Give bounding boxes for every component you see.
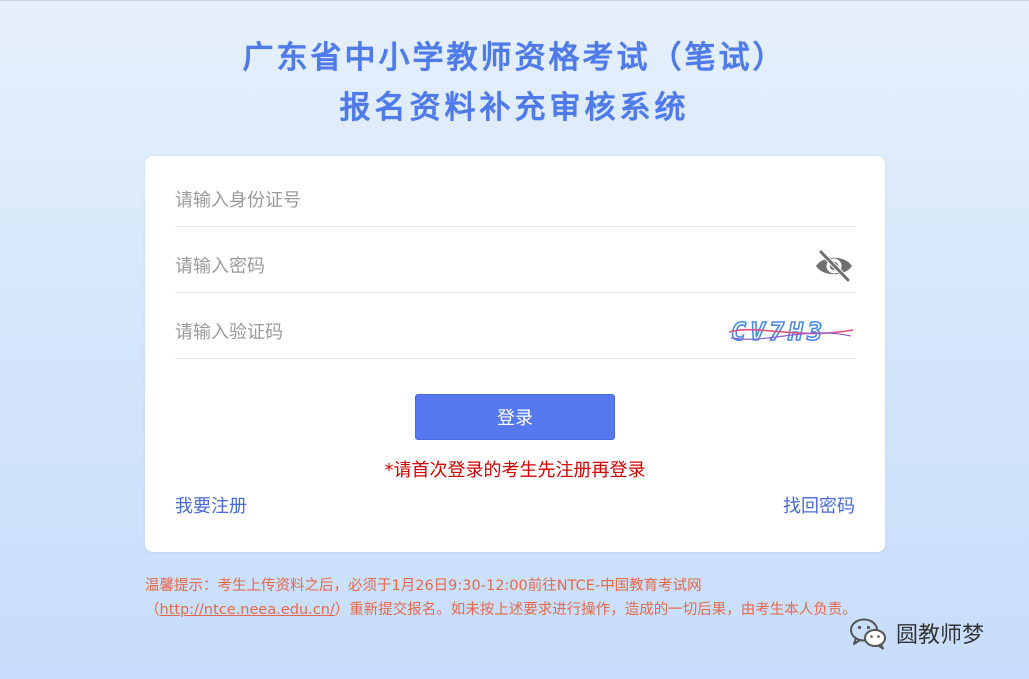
eye-slash-icon[interactable]	[813, 246, 855, 286]
watermark: 圆教师梦	[848, 615, 984, 651]
id-number-row	[175, 160, 855, 227]
watermark-text: 圆教师梦	[896, 623, 985, 648]
top-border	[0, 0, 1029, 1]
password-row	[175, 226, 855, 293]
register-link[interactable]: 我要注册	[175, 492, 247, 518]
captcha-row: CV7H3	[175, 292, 855, 359]
page-title: 广东省中小学教师资格考试（笔试）	[242, 40, 787, 76]
password-input[interactable]	[175, 246, 735, 286]
id-number-input[interactable]	[175, 180, 735, 220]
first-login-notice: *请首次登录的考生先注册再登录	[384, 460, 646, 481]
page-subtitle: 报名资料补充审核系统	[339, 90, 690, 126]
login-card: CV7H3 登录 *请首次登录的考生先注册再登录 我要注册 找回密码	[145, 156, 885, 552]
captcha-input[interactable]	[175, 312, 735, 352]
captcha-image[interactable]: CV7H3	[727, 310, 855, 352]
login-button[interactable]: 登录	[415, 394, 615, 440]
wechat-icon	[850, 618, 886, 650]
warm-tip: 温馨提示：考生上传资料之后，必须于1月26日9:30-12:00前往NTCE-中…	[145, 574, 885, 622]
recover-password-link[interactable]: 找回密码	[783, 492, 855, 518]
tip-text-suffix: ）重新提交报名。如未按上述要求进行操作，造成的一切后果，由考生本人负责。	[334, 602, 857, 618]
ntce-link[interactable]: http://ntce.neea.edu.cn/	[160, 602, 335, 618]
